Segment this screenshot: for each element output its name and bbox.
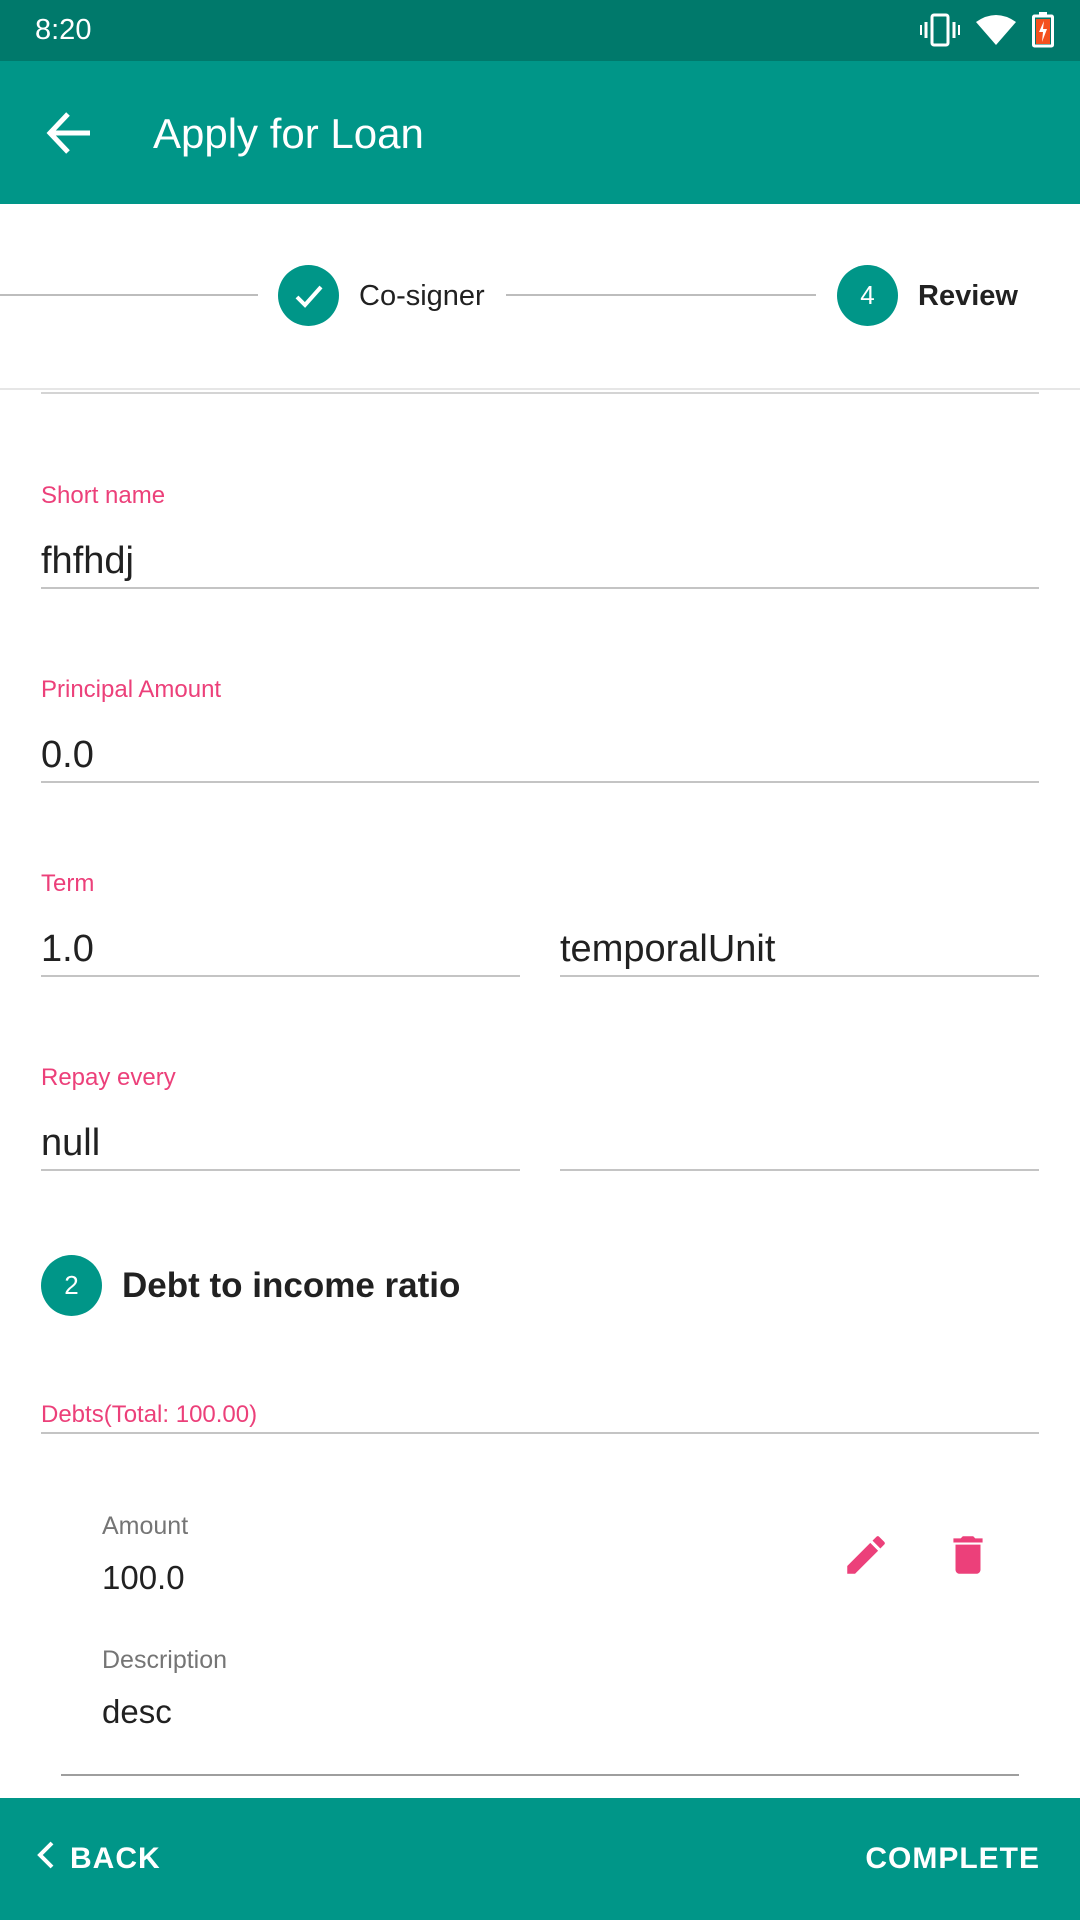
delete-icon[interactable]	[938, 1525, 998, 1585]
bottom-bar: BACK COMPLETE	[0, 1798, 1080, 1920]
section-title: Debt to income ratio	[122, 1266, 461, 1305]
step-number-review: 4	[837, 265, 898, 326]
repay-every-unit-underline	[560, 1169, 1039, 1171]
step-label-co-signer[interactable]: Co-signer	[359, 278, 485, 314]
page-title: Apply for Loan	[153, 110, 424, 157]
status-icons	[920, 10, 1054, 50]
divider	[41, 392, 1039, 394]
repay-every-field[interactable]: null	[41, 1120, 100, 1166]
back-button[interactable]: BACK	[34, 1836, 161, 1882]
term-unit-underline	[560, 975, 1039, 977]
stepper: Co-signer 4 Review	[0, 204, 1080, 390]
term-underline	[41, 975, 520, 977]
principal-amount-underline	[41, 781, 1039, 783]
repay-every-underline	[41, 1169, 520, 1171]
item-divider	[61, 1774, 1019, 1776]
description-label: Description	[102, 1646, 228, 1674]
back-label: BACK	[70, 1842, 161, 1875]
repay-every-label: Repay every	[41, 1064, 176, 1091]
vibrate-icon	[920, 13, 960, 47]
debts-total-label: Debts(Total: 100.00)	[41, 1401, 258, 1428]
status-time: 8:20	[35, 14, 92, 46]
complete-button[interactable]: COMPLETE	[865, 1836, 1040, 1882]
wifi-icon	[976, 14, 1016, 46]
chevron-left-icon	[34, 1840, 56, 1878]
edit-icon[interactable]	[836, 1525, 896, 1585]
description-value: desc	[102, 1693, 172, 1730]
amount-label: Amount	[102, 1512, 189, 1540]
short-name-field[interactable]: fhfhdj	[41, 538, 134, 584]
short-name-label: Short name	[41, 482, 166, 509]
term-unit-field[interactable]: temporalUnit	[560, 926, 775, 972]
step-connector	[0, 294, 258, 296]
back-arrow-icon[interactable]	[42, 106, 96, 160]
short-name-underline	[41, 587, 1039, 589]
step-connector	[506, 294, 816, 296]
amount-value: 100.0	[102, 1559, 185, 1596]
principal-amount-field[interactable]: 0.0	[41, 732, 94, 778]
term-label: Term	[41, 870, 95, 897]
status-bar: 8:20	[0, 0, 1080, 61]
step-label-review[interactable]: Review	[918, 278, 1018, 314]
step-completed-check-icon	[278, 265, 339, 326]
app-bar: Apply for Loan	[0, 61, 1080, 204]
section-number: 2	[41, 1255, 102, 1316]
principal-amount-label: Principal Amount	[41, 676, 222, 703]
battery-charging-icon	[1032, 12, 1054, 48]
debts-underline	[41, 1432, 1039, 1434]
term-field[interactable]: 1.0	[41, 926, 94, 972]
